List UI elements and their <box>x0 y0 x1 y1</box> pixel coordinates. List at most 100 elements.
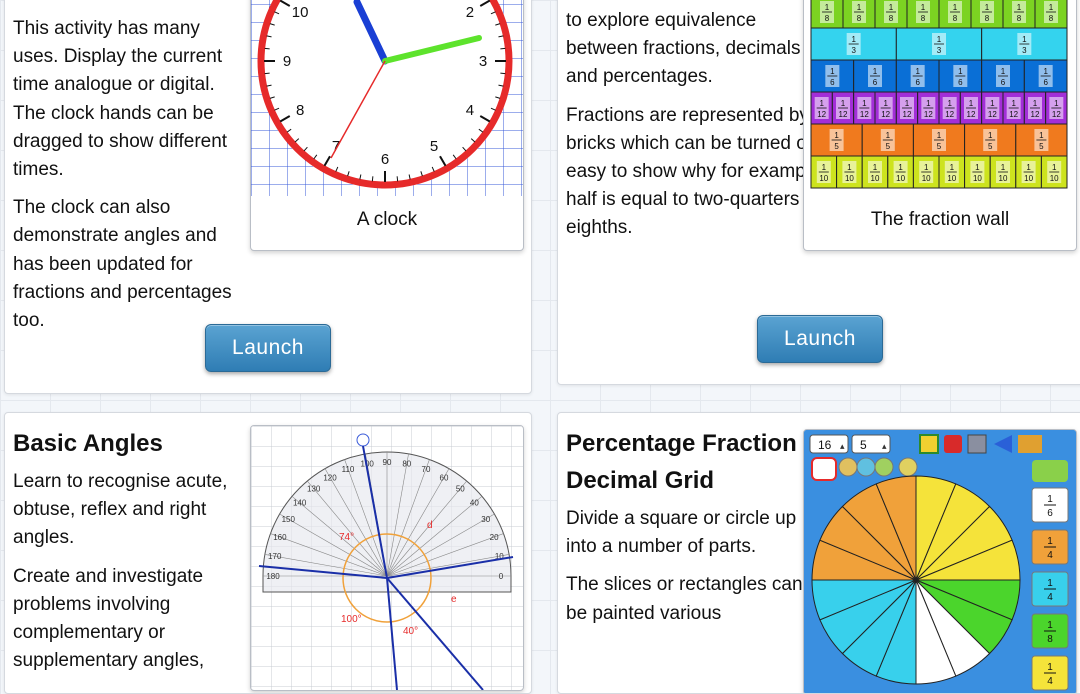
protractor-scale-label: 60 <box>440 473 449 482</box>
fraction-brick-numerator: 1 <box>937 131 942 140</box>
fraction-tile-denominator: 4 <box>1047 676 1053 687</box>
fraction-brick-denominator: 8 <box>857 14 862 23</box>
protractor-scale-label: 140 <box>293 499 307 508</box>
board-tool-icon <box>967 434 987 454</box>
protractor-scale-label: 0 <box>499 572 504 581</box>
protractor-scale-label: 180 <box>266 572 280 581</box>
clock-card: This activity has many uses. Display the… <box>4 0 532 394</box>
protractor-scale-label: 150 <box>282 515 296 524</box>
fraction-brick-numerator: 1 <box>841 99 846 108</box>
clock-tick <box>500 47 506 50</box>
clock-tick <box>264 72 270 75</box>
fraction-brick-numerator: 1 <box>825 3 830 12</box>
clock-numeral: 4 <box>466 102 474 119</box>
fraction-brick-numerator: 1 <box>985 3 990 12</box>
protractor-scale-label: 70 <box>422 465 431 474</box>
fraction-brick-numerator: 1 <box>873 163 878 172</box>
fraction-brick-numerator: 1 <box>898 163 903 172</box>
fraction-tile-numerator: 1 <box>1047 494 1053 505</box>
basic-angles-title: Basic Angles <box>13 430 163 457</box>
fraction-brick-numerator: 1 <box>969 99 974 108</box>
fraction-brick-denominator: 10 <box>871 174 880 183</box>
fraction-brick-numerator: 1 <box>1039 131 1044 140</box>
clock-thumbnail[interactable]: 121234567891011 A clock <box>250 0 524 251</box>
fraction-brick-numerator: 1 <box>1001 163 1006 172</box>
protractor-image: 1801701601501401301201101009080706050403… <box>251 426 523 690</box>
fraction-brick-denominator: 10 <box>845 174 854 183</box>
fraction-brick-numerator: 1 <box>851 35 856 44</box>
percentage-grid-thumbnail[interactable]: 16 ▴ 5 ▴ 1614141814 <box>803 429 1077 693</box>
fraction-brick-numerator: 1 <box>1049 3 1054 12</box>
fraction-brick-denominator: 8 <box>889 14 894 23</box>
fraction-brick-denominator: 12 <box>1052 110 1061 119</box>
protractor-scale-label: 50 <box>456 485 465 494</box>
protractor-scale-label: 90 <box>383 458 392 467</box>
fraction-brick-denominator: 6 <box>830 78 835 87</box>
fraction-brick-numerator: 1 <box>873 67 878 76</box>
fraction-brick-denominator: 6 <box>873 78 878 87</box>
fraction-brick-numerator: 1 <box>950 163 955 172</box>
fraction-brick-denominator: 8 <box>953 14 958 23</box>
angle-label-74: 74° <box>339 532 354 543</box>
clock-numeral: 7 <box>332 138 340 155</box>
fraction-brick-numerator: 1 <box>988 131 993 140</box>
colour-palette-3-icon <box>874 457 894 477</box>
fraction-brick-denominator: 10 <box>819 174 828 183</box>
fraction-brick-denominator: 12 <box>945 110 954 119</box>
fraction-brick-numerator: 1 <box>830 67 835 76</box>
fraction-tile-numerator: 1 <box>1047 536 1053 547</box>
fraction-brick-denominator: 5 <box>988 142 993 151</box>
fraction-brick-denominator: 8 <box>1049 14 1054 23</box>
fraction-brick-denominator: 3 <box>851 46 856 55</box>
fraction-brick-denominator: 12 <box>881 110 890 119</box>
percentage-grid-card: Percentage Fraction Decimal Grid Divide … <box>557 412 1080 694</box>
fraction-brick-denominator: 3 <box>937 46 942 55</box>
fraction-brick-denominator: 12 <box>860 110 869 119</box>
fraction-brick-numerator: 1 <box>921 3 926 12</box>
colour-swatch-selected <box>811 457 837 481</box>
fraction-brick-denominator: 5 <box>834 142 839 151</box>
fraction-brick-denominator: 12 <box>817 110 826 119</box>
fraction-brick-denominator: 8 <box>825 14 830 23</box>
fraction-brick-denominator: 8 <box>985 14 990 23</box>
fraction-brick-denominator: 5 <box>1039 142 1044 151</box>
fraction-wall-image: 1 8 1 8 1 8 1 8 1 8 1 8 1 8 1 8 1 3 1 3 1 3 1 6 1 6 1 6 1 6 1 6 1 6 1 12 1 12… <box>810 0 1068 189</box>
fraction-tile-column: 1 6 1 4 1 4 1 8 1 4 <box>1031 487 1069 691</box>
fraction-wall-launch-button[interactable]: Launch <box>757 315 883 363</box>
fraction-brick-denominator: 12 <box>903 110 912 119</box>
fraction-brick-numerator: 1 <box>1054 99 1059 108</box>
fraction-brick-denominator: 10 <box>973 174 982 183</box>
clock-launch-button[interactable]: Launch <box>205 324 331 372</box>
fraction-wall-description: to explore equivalence between fractions… <box>566 7 894 253</box>
clock-numeral: 9 <box>283 53 291 70</box>
fraction-brick-denominator: 10 <box>999 174 1008 183</box>
fraction-brick-numerator: 1 <box>975 163 980 172</box>
fraction-wall-description-para-1: to explore equivalence between fractions… <box>566 10 801 88</box>
angle-label-100: 100° <box>341 614 362 625</box>
clock-numeral: 8 <box>296 102 304 119</box>
fraction-tile-denominator: 8 <box>1047 634 1053 645</box>
fraction-brick-numerator: 1 <box>822 163 827 172</box>
fraction-brick-numerator: 1 <box>990 99 995 108</box>
fraction-brick-denominator: 8 <box>921 14 926 23</box>
percentage-grid-image: 16 ▴ 5 ▴ 1614141814 <box>804 430 1076 693</box>
fraction-brick-numerator: 1 <box>937 35 942 44</box>
fraction-brick-numerator: 1 <box>883 99 888 108</box>
fraction-brick-numerator: 1 <box>889 3 894 12</box>
clock-tick <box>264 47 270 50</box>
fraction-brick-denominator: 12 <box>1009 110 1018 119</box>
fraction-tile-numerator: 1 <box>1047 620 1053 631</box>
fraction-wall-card: to explore equivalence between fractions… <box>557 0 1080 385</box>
fraction-brick-numerator: 1 <box>958 67 963 76</box>
parts-select-value: 16 <box>818 438 832 452</box>
fraction-brick-denominator: 12 <box>1031 110 1040 119</box>
fraction-brick-denominator: 6 <box>1001 78 1006 87</box>
protractor-handle <box>356 433 370 447</box>
fraction-brick-numerator: 1 <box>1052 163 1057 172</box>
basic-angles-thumbnail[interactable]: 1801701601501401301201101009080706050403… <box>250 425 524 691</box>
fraction-brick-denominator: 10 <box>1050 174 1059 183</box>
clock-tick <box>396 176 399 182</box>
fraction-wall-thumbnail[interactable]: 1 8 1 8 1 8 1 8 1 8 1 8 1 8 1 8 1 3 1 3 1 3 1 6 1 6 1 6 1 6 1 6 1 6 1 12 1 12… <box>803 0 1077 251</box>
colour-palette-2-icon <box>856 457 876 477</box>
fraction-brick-numerator: 1 <box>953 3 958 12</box>
